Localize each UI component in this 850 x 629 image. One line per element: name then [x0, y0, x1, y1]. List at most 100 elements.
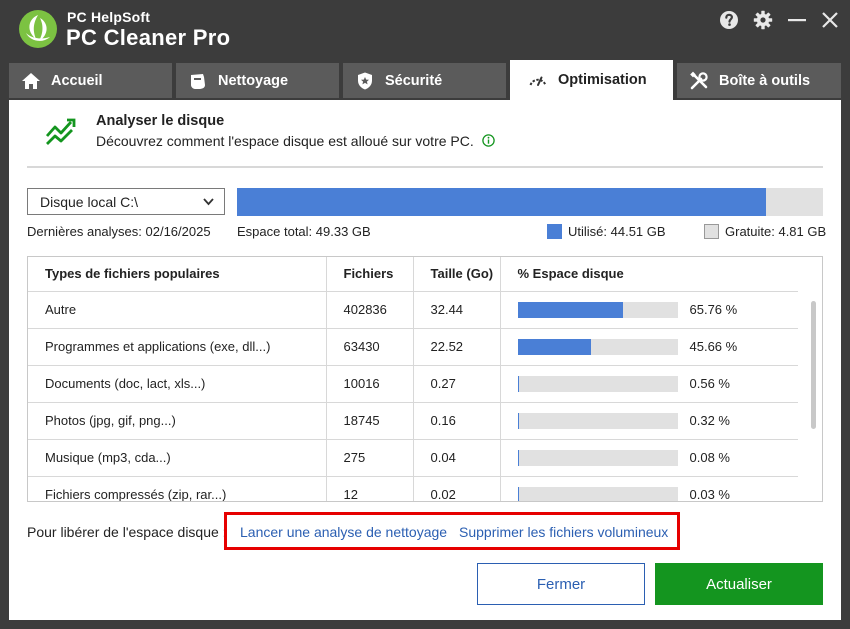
tab-home[interactable]: Accueil — [9, 63, 172, 98]
percent-label: 45.66 % — [689, 339, 738, 354]
tab-label: Accueil — [51, 72, 103, 89]
file-size-cell: 0.16 — [413, 402, 501, 440]
title-bar: PC HelpSoft PC Cleaner Pro — [0, 0, 850, 60]
tools-icon — [690, 71, 708, 89]
percent-label: 0.32 % — [689, 413, 730, 428]
file-size-cell: 0.02 — [413, 476, 501, 501]
percent-bar-fill — [517, 486, 519, 501]
table-row[interactable]: Autre 402836 32.44 65.76 % — [28, 291, 799, 329]
table-scrollbar[interactable] — [811, 301, 816, 429]
brand-vendor: PC HelpSoft — [67, 9, 151, 25]
percent-bar-group: 0.08 % — [517, 449, 799, 466]
column-header[interactable]: Taille (Go) — [413, 257, 501, 292]
file-type-cell: Programmes et applications (exe, dll...) — [28, 328, 327, 366]
help-icon[interactable] — [719, 10, 739, 30]
file-type-cell: Musique (mp3, cda...) — [28, 439, 327, 477]
divider — [27, 166, 823, 168]
content-panel: Analyser le disque Découvrez comment l'e… — [9, 100, 841, 620]
disk-select[interactable]: Disque local C:\ — [27, 188, 225, 215]
percent-bar-track — [517, 486, 678, 501]
tab-toolbox[interactable]: Boîte à outils — [677, 63, 841, 98]
app-title: PC Cleaner Pro — [66, 25, 231, 50]
column-header[interactable]: Fichiers — [326, 257, 414, 292]
close-button[interactable]: Fermer — [477, 563, 645, 605]
percent-bar-track — [517, 412, 678, 429]
percent-bar-group: 45.66 % — [517, 338, 799, 355]
leaf-logo-icon — [19, 10, 57, 48]
tab-label: Nettoyage — [218, 72, 289, 89]
free-legend-swatch — [704, 224, 719, 239]
table-row[interactable]: Photos (jpg, gif, png...) 18745 0.16 0.32 % — [28, 402, 799, 440]
table-row[interactable]: Fichiers compressés (zip, rar...) 12 0.02 0… — [28, 476, 799, 502]
free-space: Gratuite: 4.81 GB — [725, 224, 827, 239]
last-scan-date: Dernières analyses: 02/16/2025 — [27, 224, 211, 239]
tab-label: Optimisation — [558, 72, 647, 88]
broom-icon — [191, 73, 205, 89]
percent-bar-fill — [517, 301, 623, 318]
file-size-cell: 22.52 — [413, 328, 501, 366]
subtitle-text: Découvrez comment l'espace disque est al… — [96, 133, 474, 149]
percent-bar-track — [517, 449, 678, 466]
percent-bar-fill — [517, 338, 591, 355]
file-type-cell: Photos (jpg, gif, png...) — [28, 402, 327, 440]
percent-bar-fill — [517, 412, 519, 429]
tab-security[interactable]: Sécurité — [343, 63, 506, 98]
percent-bar-group: 65.76 % — [517, 301, 799, 318]
percent-bar-fill — [517, 375, 519, 392]
file-count-cell: 18745 — [326, 402, 414, 440]
tab-optimization[interactable]: Optimisation — [510, 60, 673, 100]
table-header-row: Types de fichiers populaires Fichiers Ta… — [28, 257, 798, 292]
disk-percent-cell: 0.32 % — [500, 402, 799, 440]
column-header[interactable]: Types de fichiers populaires — [28, 257, 327, 292]
tab-cleaning[interactable]: Nettoyage — [176, 63, 339, 98]
table-row[interactable]: Musique (mp3, cda...) 275 0.04 0.08 % — [28, 439, 799, 477]
disk-select-value: Disque local C:\ — [40, 193, 139, 210]
chart-trend-icon — [45, 118, 76, 145]
page-title: Analyser le disque — [96, 113, 225, 129]
main-tabs: Accueil Nettoyage Sécurité Optimisation … — [0, 60, 850, 100]
tab-label: Sécurité — [385, 72, 443, 89]
free-space-label: Pour libérer de l'espace disque : — [27, 524, 227, 540]
close-icon[interactable] — [820, 10, 840, 30]
disk-usage-bar — [237, 188, 823, 216]
used-legend-swatch — [547, 224, 562, 239]
percent-bar-group: 0.03 % — [517, 486, 799, 502]
percent-label: 65.76 % — [689, 302, 738, 317]
file-count-cell: 12 — [326, 476, 414, 501]
page-subtitle: Découvrez comment l'espace disque est al… — [96, 133, 495, 149]
shield-icon — [358, 72, 372, 89]
delete-large-files-link[interactable]: Supprimer les fichiers volumineux — [459, 524, 668, 540]
table-row[interactable]: Documents (doc, lact, xls...) 10016 0.27 0.… — [28, 365, 798, 403]
percent-bar-track — [517, 301, 678, 318]
update-button[interactable]: Actualiser — [655, 563, 823, 605]
file-size-cell: 0.27 — [413, 365, 501, 403]
file-size-cell: 32.44 — [413, 291, 501, 329]
disk-percent-cell: 0.56 % — [500, 365, 798, 403]
minimize-icon[interactable] — [787, 10, 807, 30]
disk-percent-cell: 65.76 % — [500, 291, 799, 329]
percent-label: 0.03 % — [689, 487, 730, 502]
percent-label: 0.56 % — [689, 376, 730, 391]
file-count-cell: 10016 — [326, 365, 414, 403]
used-space: Utilisé: 44.51 GB — [568, 224, 666, 239]
file-size-cell: 0.04 — [413, 439, 501, 477]
gear-icon[interactable] — [753, 10, 773, 30]
disk-usage-fill — [237, 188, 766, 216]
disk-percent-cell: 0.08 % — [500, 439, 799, 477]
info-icon[interactable] — [481, 134, 495, 147]
percent-bar-fill — [517, 449, 519, 466]
disk-percent-cell: 0.03 % — [500, 476, 799, 502]
file-type-cell: Documents (doc, lact, xls...) — [28, 365, 327, 403]
file-count-cell: 63430 — [326, 328, 414, 366]
file-count-cell: 402836 — [326, 291, 414, 329]
total-space: Espace total: 49.33 GB — [237, 224, 371, 239]
percent-bar-track — [517, 338, 678, 355]
percent-bar-group: 0.32 % — [517, 412, 799, 429]
run-cleaning-scan-link[interactable]: Lancer une analyse de nettoyage — [240, 524, 447, 540]
chevron-down-icon — [203, 198, 214, 206]
file-type-cell: Autre — [28, 291, 327, 329]
table-row[interactable]: Programmes et applications (exe, dll...)… — [28, 328, 799, 366]
file-count-cell: 275 — [326, 439, 414, 477]
tab-label: Boîte à outils — [719, 72, 811, 89]
column-header[interactable]: % Espace disque — [500, 257, 798, 292]
